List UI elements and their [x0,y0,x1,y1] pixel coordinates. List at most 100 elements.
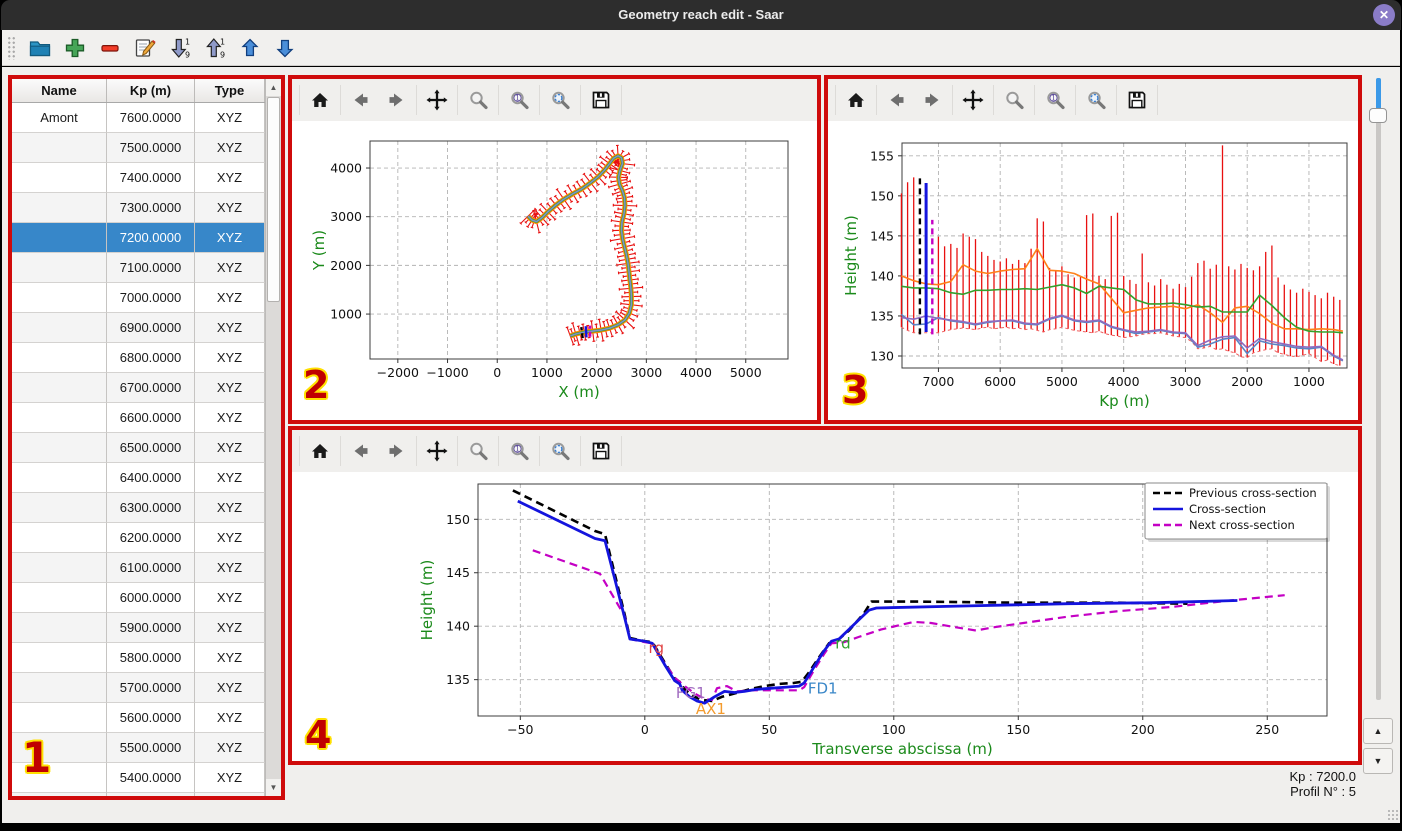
column-header-type[interactable]: Type [195,79,265,102]
svg-text:−2000: −2000 [377,365,419,380]
zoom-button[interactable] [463,85,493,115]
back-button[interactable] [346,436,376,466]
table-cell [12,433,107,463]
sort-descending-button[interactable]: 19 [167,35,193,61]
zoom-fit-button[interactable] [1081,85,1111,115]
column-header-name[interactable]: Name [12,79,107,102]
scroll-down-icon[interactable]: ▼ [266,779,281,796]
home-button[interactable] [841,85,871,115]
table-row[interactable]: 7500.0000 XYZ [12,133,265,163]
zoom-icon [470,442,488,461]
remove-icon [101,44,119,52]
table-row[interactable]: 5300.0000XYZ [12,793,265,796]
forward-button[interactable] [381,85,411,115]
zoom-1-button[interactable]: 1 [504,436,534,466]
home-button[interactable] [305,85,335,115]
move-down-button[interactable] [272,35,298,61]
save-button[interactable] [586,436,616,466]
forward-button[interactable] [917,85,947,115]
table-row[interactable]: 7400.0000 XYZ [12,163,265,193]
toolbar-separator [952,85,953,115]
title-bar[interactable]: Geometry reach edit - Saar ✕ [1,0,1401,30]
table-cell: XYZ [195,463,265,493]
save-icon [592,442,610,460]
table-row[interactable]: 6700.0000 XYZ [12,373,265,403]
table-cell: 6800.0000 [107,343,195,373]
zoom-fit-button[interactable] [545,436,575,466]
save-button[interactable] [1122,85,1152,115]
table-row[interactable]: 6600.0000 XYZ [12,403,265,433]
svg-text:140: 140 [446,619,470,634]
open-folder-icon [29,40,51,56]
svg-text:140: 140 [870,268,894,283]
remove-button[interactable] [97,35,123,61]
close-button[interactable]: ✕ [1373,4,1395,26]
pan-icon [426,440,448,462]
table-cell [12,793,107,796]
table-row[interactable]: 6400.0000 XYZ [12,463,265,493]
table-row[interactable]: 7000.0000 XYZ [12,283,265,313]
svg-text:Kp (m): Kp (m) [1099,392,1149,410]
toolbar-drag-handle[interactable] [7,35,16,60]
table-row[interactable]: 7300.0000 XYZ [12,193,265,223]
column-header-kp[interactable]: Kp (m) [107,79,195,102]
scroll-up-icon[interactable]: ▲ [266,79,281,96]
scrollbar-thumb[interactable] [267,97,280,302]
table-row[interactable]: 6200.0000 XYZ [12,523,265,553]
edit-button[interactable] [132,35,158,61]
cross-section-plot[interactable]: −50 0 50 100 150 200 250 135 140 145 150 Transverse… [292,472,1358,761]
pan-button[interactable] [422,436,452,466]
table-row[interactable]: 5700.0000 XYZ [12,673,265,703]
pan-icon [962,89,984,111]
sort-ascending-button[interactable]: 19 [202,35,228,61]
table-row[interactable]: 5900.0000 XYZ [12,613,265,643]
table-scrollbar[interactable]: ▲ ▼ [265,79,281,796]
profile-slider-track[interactable] [1376,78,1381,700]
table-row[interactable]: 7100.0000 XYZ [12,253,265,283]
table-row[interactable]: 5600.0000 XYZ [12,703,265,733]
zoom-1-button[interactable]: 1 [1040,85,1070,115]
table-row[interactable]: 6000.0000 XYZ [12,583,265,613]
table-row[interactable]: 6900.0000 XYZ [12,313,265,343]
table-row[interactable]: 6100.0000 XYZ [12,553,265,583]
zoom-button[interactable] [463,436,493,466]
zoom-button[interactable] [999,85,1029,115]
table-cell: 7300.0000 [107,193,195,223]
table-row[interactable]: Amont 7600.0000 XYZ [12,103,265,133]
table-cell [12,403,107,433]
table-row[interactable]: 6800.0000 XYZ [12,343,265,373]
resize-grip[interactable] [1387,809,1399,821]
long-profile-plot[interactable]: 7000 6000 5000 4000 3000 2000 1000 130 135 140 145… [828,121,1358,420]
open-folder-button[interactable] [27,35,53,61]
profile-down-button[interactable]: ▼ [1363,748,1393,774]
toolbar-separator [340,436,341,466]
move-up-button[interactable] [237,35,263,61]
toolbar-separator [498,436,499,466]
zoom-fit-button[interactable] [545,85,575,115]
table-row[interactable]: 7200.0000 XYZ [12,223,265,253]
toolbar-separator [835,85,836,115]
table-cell [12,523,107,553]
forward-icon [389,93,403,107]
table-row[interactable]: 6500.0000 XYZ [12,433,265,463]
table-row[interactable]: 5800.0000 XYZ [12,643,265,673]
profile-up-button[interactable]: ▲ [1363,718,1393,744]
home-button[interactable] [305,436,335,466]
pan-button[interactable] [422,85,452,115]
svg-text:150: 150 [870,188,894,203]
zoom-1-button[interactable]: 1 [504,85,534,115]
profile-slider-handle[interactable] [1369,108,1387,123]
save-button[interactable] [586,85,616,115]
forward-button[interactable] [381,436,411,466]
back-button[interactable] [346,85,376,115]
back-button[interactable] [882,85,912,115]
table-cell [12,493,107,523]
svg-text:9: 9 [185,50,190,59]
table-cell: XYZ [195,253,265,283]
add-button[interactable] [62,35,88,61]
table-row[interactable]: 6300.0000 XYZ [12,493,265,523]
pan-button[interactable] [958,85,988,115]
profile-slider-fill [1376,78,1381,110]
app-window: Geometry reach edit - Saar ✕ 1919 Name K… [0,0,1402,831]
plan-view-plot[interactable]: −2000 −1000 0 1000 2000 3000 4000 5000 1000 2000 3… [292,121,817,420]
